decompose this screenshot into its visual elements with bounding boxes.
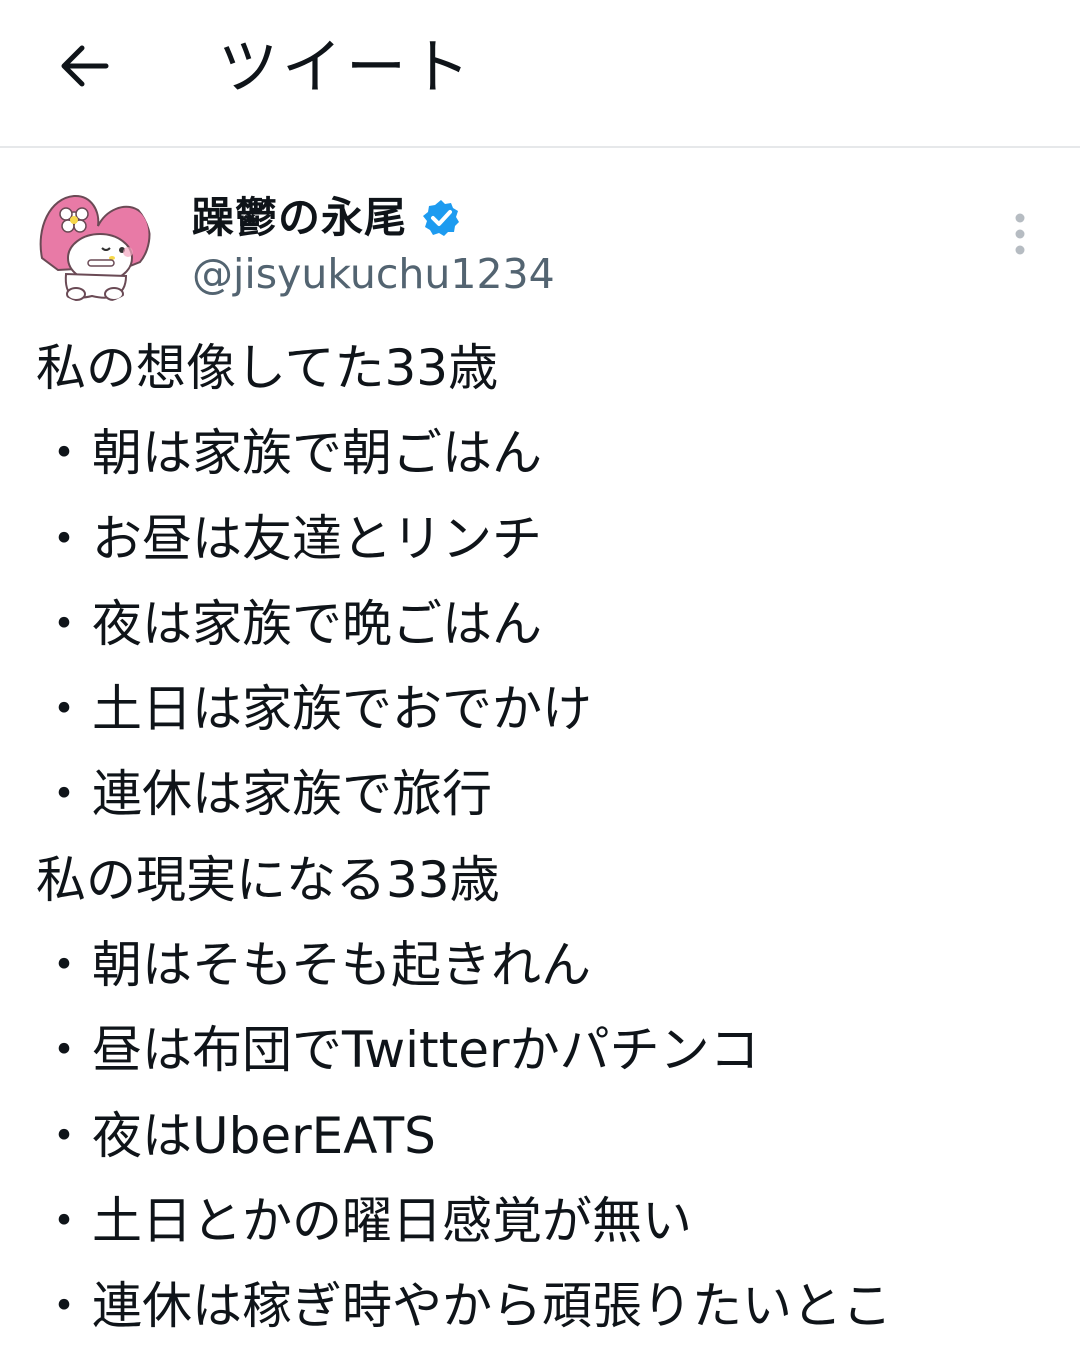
tweet-list-item: 土日とかの曜日感覚が無い	[36, 1179, 1056, 1264]
author-name[interactable]: 躁鬱の永尾	[192, 188, 461, 248]
more-options-button[interactable]	[996, 206, 1044, 262]
tweet-list-item: 夜は家族で晩ごはん	[36, 582, 1056, 667]
tweet-text: 私の想像してた33歳 朝は家族で朝ごはん お昼は友達とリンチ 夜は家族で晩ごはん…	[36, 326, 1056, 1350]
avatar[interactable]	[36, 188, 152, 304]
tweet-list-item: お昼は友達とリンチ	[36, 497, 1056, 582]
display-name: 躁鬱の永尾	[192, 193, 408, 242]
tweet-list-item: 朝は家族で朝ごはん	[36, 411, 1056, 496]
tweet: 躁鬱の永尾 @jisyukuchu1234 私の想像してた33歳 朝は家族で朝ご…	[0, 150, 1080, 1349]
more-vertical-icon	[1015, 213, 1025, 255]
verified-badge-icon	[423, 200, 460, 236]
tweet-list-item: 連休は家族で旅行	[36, 752, 1056, 837]
tweet-line-heading: 私の現実になる33歳	[36, 850, 500, 909]
my-melody-avatar	[36, 188, 152, 304]
tweet-list-item: 連休は稼ぎ時やから頑張りたいとこ	[36, 1264, 1056, 1349]
page-title: ツイート	[218, 33, 474, 103]
arrow-left-icon	[61, 45, 109, 87]
tweet-list-item: 土日は家族でおでかけ	[36, 667, 1056, 752]
tweet-list-item: 朝はそもそも起きれん	[36, 923, 1056, 1008]
top-app-bar: ツイート	[0, 0, 1080, 148]
back-button[interactable]	[46, 28, 122, 104]
tweet-line-heading: 私の想像してた33歳	[36, 339, 499, 397]
tweet-list-item: 夜はUberEATS	[36, 1094, 1056, 1179]
author-handle[interactable]: @jisyukuchu1234	[192, 246, 555, 302]
tweet-list-item: 昼は布団でTwitterかパチンコ	[36, 1008, 1056, 1093]
